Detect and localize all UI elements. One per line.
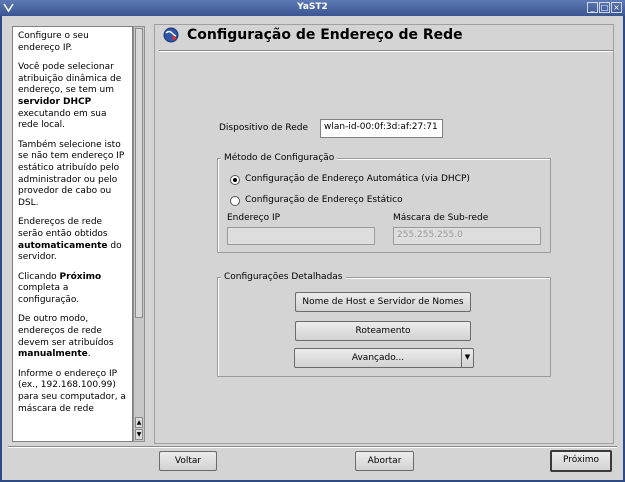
ip-address-label: Endereço IP [227,213,281,223]
minimize-icon[interactable]: _ [587,2,598,13]
page-title: Configuração de Endereço de Rede [187,27,463,43]
scroll-up-icon[interactable]: ▲ [135,417,143,428]
help-text: Endereços de rede serão então obtidos [18,217,108,239]
help-text: De outro modo, endereços de rede devem s… [18,314,114,348]
help-text: Informe o endereço IP (ex., 192.168.100.… [18,368,126,414]
device-field: wlan-id-00:0f:3d:af:27:71 [320,119,443,138]
dhcp-label[interactable]: Configuração de Endereço Automática (via… [245,174,470,184]
detailed-settings-legend: Configurações Detalhadas [221,272,346,282]
next-button[interactable]: Próximo [550,450,612,472]
device-label: Dispositivo de Rede [219,123,308,133]
header-divider [159,50,613,52]
config-method-legend: Método de Configuração [221,153,338,163]
scroll-down-icon[interactable]: ▼ [135,429,143,440]
advanced-menu-button[interactable]: Avançado... ▼ [294,348,474,368]
abort-button[interactable]: Abortar [355,451,414,471]
routing-button[interactable]: Roteamento [295,321,471,341]
network-globe-icon [163,27,179,43]
help-paragraph: De outro modo, endereços de rede devem s… [18,314,128,360]
static-radio[interactable] [230,196,240,206]
help-bold-text: servidor DHCP [18,96,92,107]
help-text: Clicando [18,271,60,282]
help-paragraph: Você pode selecionar atribuição dinâmica… [18,62,128,132]
help-text: executando em sua rede local. [18,108,107,131]
help-paragraph: Configure o seu endereço IP. [18,31,128,54]
static-label[interactable]: Configuração de Endereço Estático [245,195,403,205]
hostname-dns-button[interactable]: Nome de Host e Servidor de Nomes [295,292,471,312]
window-titlebar: YaST2 _ □ × [0,0,625,16]
subnet-mask-input[interactable]: 255.255.255.0 [393,227,541,245]
help-text: completa a configuração. [18,283,80,305]
help-paragraph: Endereços de rede serão então obtidos au… [18,217,128,263]
maximize-icon[interactable]: □ [599,2,610,13]
subnet-mask-label: Máscara de Sub-rede [393,213,489,223]
help-bold-text: Próximo [59,271,102,282]
help-text: Também selecione isto se não tem endereç… [18,139,125,208]
help-text: Configure o seu endereço IP. [18,31,89,53]
help-paragraph: Informe o endereço IP (ex., 192.168.100.… [18,369,128,415]
help-scrollbar[interactable]: ▲ ▼ [133,26,145,442]
dhcp-radio[interactable] [230,175,240,185]
advanced-button-label: Avançado... [351,353,405,363]
chevron-down-icon[interactable]: ▼ [461,349,473,367]
scrollbar-thumb[interactable] [135,28,143,318]
footer-divider [8,446,617,448]
help-text-pane: Configure o seu endereço IP. Você pode s… [12,26,133,442]
help-bold-text: manualmente [18,349,88,360]
ip-address-input[interactable] [227,227,375,245]
back-button[interactable]: Voltar [159,451,217,471]
help-bold-text: automaticamente [18,240,108,251]
close-icon[interactable]: × [611,2,622,13]
help-paragraph: Clicando Próximo completa a configuração… [18,272,128,307]
help-text: Você pode selecionar atribuição dinâmica… [18,62,122,96]
help-paragraph: Também selecione isto se não tem endereç… [18,140,128,210]
window-title: YaST2 [297,2,328,12]
help-text: . [87,349,91,360]
